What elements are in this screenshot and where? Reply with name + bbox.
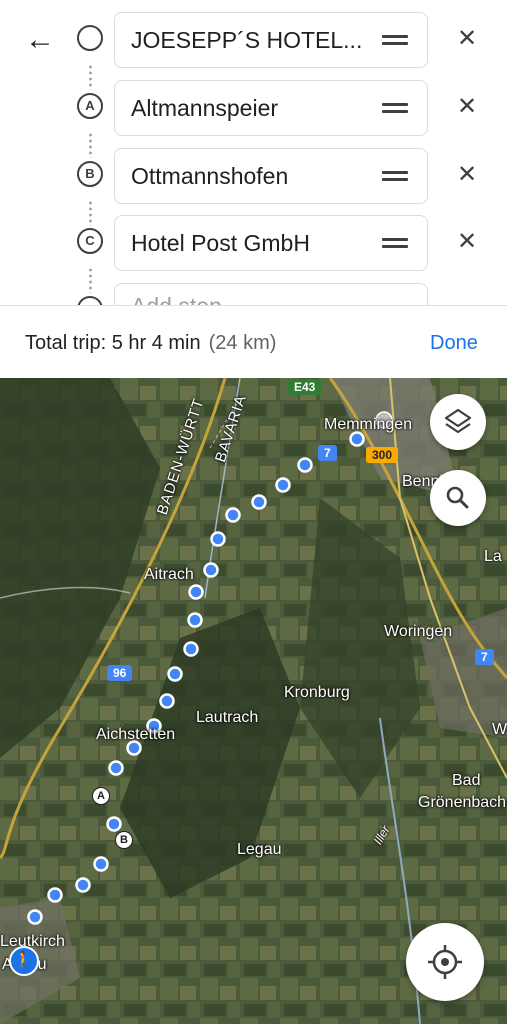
remove-stop-icon[interactable]: ✕ [455, 92, 479, 122]
stop-a-marker: A [77, 93, 103, 119]
road-shield: E43 [288, 379, 322, 395]
place-label: Lautrach [196, 709, 259, 726]
place-label: La [484, 548, 502, 565]
road-shield: 7 [318, 445, 337, 461]
search-button[interactable] [430, 470, 486, 526]
crosshair-icon [428, 945, 462, 979]
place-label: Legau [237, 841, 282, 858]
stop-b-marker: B [77, 161, 103, 187]
layers-button[interactable] [430, 394, 486, 450]
stop-row-a: A Altmannspeier ✕ [0, 80, 507, 136]
trip-duration: Total trip: 5 hr 4 min [25, 332, 201, 354]
trip-summary: Total trip: 5 hr 4 min (24 km) [25, 332, 276, 355]
place-label: Bad [452, 772, 481, 789]
remove-stop-icon[interactable]: ✕ [455, 160, 479, 190]
stop-row-origin: JOESEPP´S HOTEL... ✕ [0, 12, 507, 68]
remove-stop-icon[interactable]: ✕ [455, 227, 479, 257]
place-label: W [492, 721, 507, 738]
origin-marker-icon [77, 25, 103, 51]
stop-row-add: Add stop [0, 283, 507, 305]
my-location-button[interactable] [406, 923, 484, 1001]
place-label: Aitrach [144, 566, 194, 583]
road-shield: 96 [107, 665, 133, 681]
done-button[interactable]: Done [430, 332, 478, 355]
stop-c-marker: C [77, 228, 103, 254]
place-label: Woringen [384, 623, 453, 640]
remove-stop-icon[interactable]: ✕ [455, 24, 479, 54]
place-label: Kronburg [284, 684, 350, 701]
drag-handle-icon[interactable] [382, 168, 408, 184]
satellite-map[interactable]: Memmingen Benningen Aitrach Woringen Kro… [0, 378, 507, 1024]
trip-summary-bar: Total trip: 5 hr 4 min (24 km) Done [0, 305, 507, 378]
route-marker-a[interactable]: A [92, 787, 110, 805]
road-shield: 7 [475, 649, 494, 665]
place-label: Grönenbach [418, 794, 507, 811]
drag-handle-icon[interactable] [382, 32, 408, 48]
road-shield: 300 [366, 447, 399, 463]
origin-field[interactable]: JOESEPP´S HOTEL... [114, 12, 428, 68]
drag-handle-icon[interactable] [382, 100, 408, 116]
search-icon [446, 486, 469, 509]
trip-distance: (24 km) [208, 332, 277, 354]
stop-row-c: C Hotel Post GmbH ✕ [0, 215, 507, 271]
route-marker-b[interactable]: B [115, 831, 133, 849]
add-stop-field[interactable]: Add stop [114, 283, 428, 305]
stop-b-field[interactable]: Ottmannshofen [114, 148, 428, 204]
place-label: Aichstetten [96, 726, 176, 743]
stop-c-field[interactable]: Hotel Post GmbH [114, 215, 428, 271]
layers-icon [444, 408, 472, 434]
directions-header: ← JOESEPP´S HOTEL... ✕ A Altmannspeier ✕… [0, 0, 507, 305]
place-label: Memmingen [324, 416, 413, 433]
drag-handle-icon[interactable] [382, 235, 408, 251]
add-stop-marker-icon [77, 296, 103, 305]
stop-a-field[interactable]: Altmannspeier [114, 80, 428, 136]
walking-person-icon[interactable]: 🚶 [9, 946, 39, 976]
stop-row-b: B Ottmannshofen ✕ [0, 148, 507, 204]
